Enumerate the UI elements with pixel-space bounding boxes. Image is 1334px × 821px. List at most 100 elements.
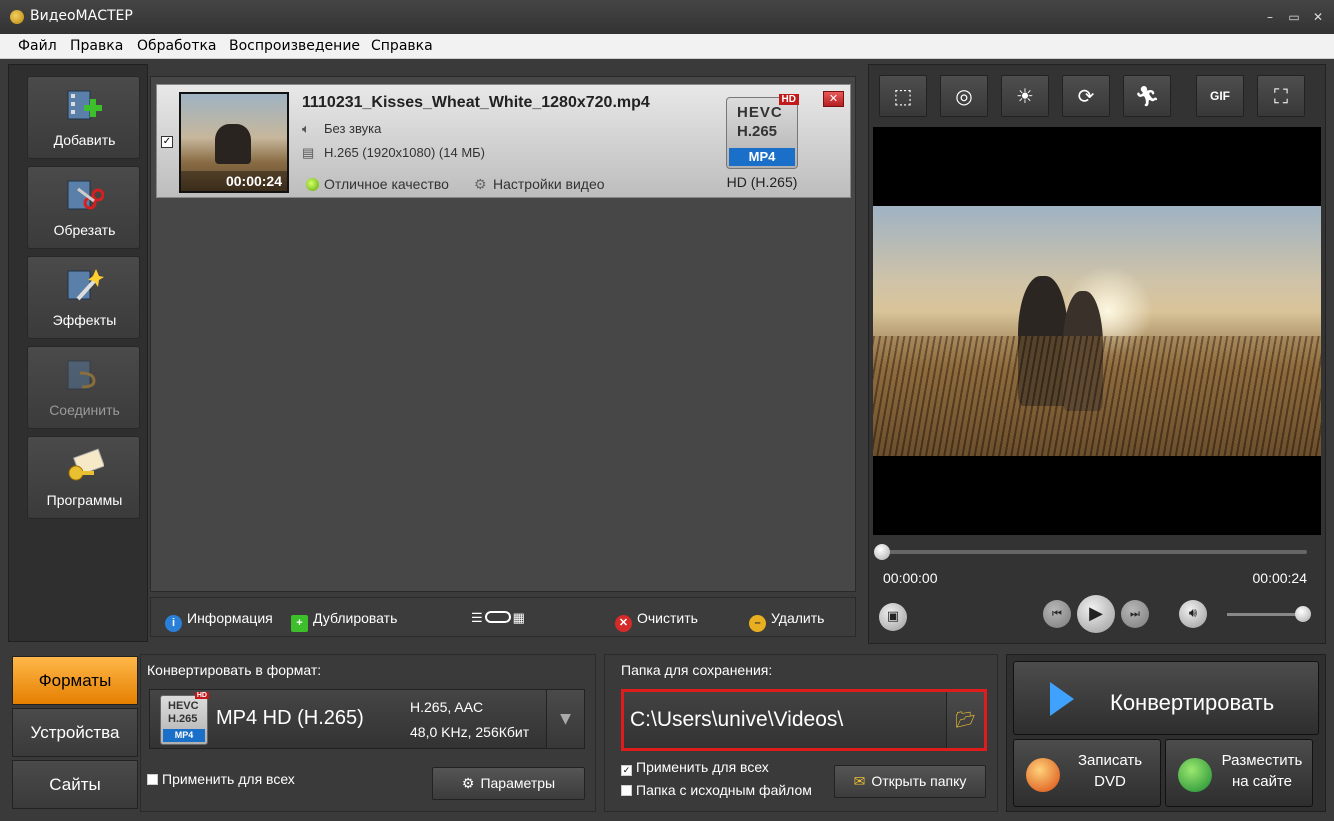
menu-processing[interactable]: Обработка <box>137 38 217 54</box>
window-title: ВидеоМАСТЕР <box>30 8 133 24</box>
file-checkbox[interactable]: ✓ <box>161 136 173 148</box>
view-toggle[interactable]: ☰ ▦ <box>471 610 525 626</box>
seek-handle[interactable] <box>874 544 890 560</box>
source-folder-label: Папка с исходным файлом <box>636 782 812 798</box>
join-button[interactable]: Соединить <box>27 346 140 429</box>
file-item[interactable]: ✓ 00:00:24 1110231_Kisses_Wheat_White_12… <box>156 84 851 198</box>
publish-web-button[interactable]: Разместить на сайте <box>1165 739 1313 807</box>
cut-button[interactable]: Обрезать <box>27 166 140 249</box>
convert-button[interactable]: Конвертировать <box>1013 661 1319 735</box>
checkbox-box-checked: ✓ <box>621 765 632 776</box>
video-settings-link[interactable]: ⚙ Настройки видео <box>474 176 605 193</box>
format-selector[interactable]: HEVC H.265 MP4 HD MP4 HD (H.265) H.265, … <box>149 689 585 749</box>
format-audio: 48,0 KHz, 256Кбит <box>410 724 530 740</box>
speed-tool-button[interactable]: 🏃︎ <box>1123 75 1171 117</box>
delete-button[interactable]: – Удалить <box>749 610 824 632</box>
volume-handle[interactable] <box>1295 606 1311 622</box>
volume-slider[interactable] <box>1227 606 1311 622</box>
convert-panel: Конвертировать Записать DVD Разместить на … <box>1006 654 1326 812</box>
info-button[interactable]: i Информация <box>165 610 273 632</box>
video-preview[interactable] <box>873 127 1321 535</box>
output-folder-field[interactable]: C:\Users\unive\Videos\ 📂︎ <box>621 689 987 751</box>
output-folder-path[interactable]: C:\Users\unive\Videos\ <box>630 708 843 732</box>
title-bar: ВидеоМАСТЕР – ▭ ✕ <box>0 0 1334 34</box>
list-view-icon: ☰ <box>471 610 483 625</box>
tab-sites[interactable]: Сайты <box>12 760 138 809</box>
file-audio: Без звука <box>324 121 382 136</box>
preview-panel: ⬚ ◎ ☀ ⟳ 🏃︎ GIF ⛶ 00:00:00 00:00:24 ▣ ⏮ ▶… <box>868 64 1326 644</box>
watermark-tool-button[interactable]: ◎ <box>940 75 988 117</box>
programs-label: Программы <box>46 492 123 508</box>
play-button[interactable]: ▶ <box>1077 595 1115 633</box>
file-name: 1110231_Kisses_Wheat_White_1280x720.mp4 <box>302 94 650 111</box>
folder-open-icon: 📂︎ <box>955 710 976 729</box>
format-apply-all-checkbox[interactable]: Применить для всех <box>147 771 295 787</box>
tab-devices[interactable]: Устройства <box>12 708 138 757</box>
publish-web-line2: на сайте <box>1231 773 1293 790</box>
effects-button[interactable]: Эффекты <box>27 256 140 339</box>
seek-bar[interactable] <box>874 544 1307 560</box>
fullscreen-tool-button[interactable]: ⛶ <box>1257 75 1305 117</box>
programs-button[interactable]: Программы <box>27 436 140 519</box>
parameters-button[interactable]: ⚙ Параметры <box>432 767 585 800</box>
clear-label: Очистить <box>637 610 698 626</box>
add-label: Добавить <box>53 132 116 148</box>
duplicate-button[interactable]: + Дублировать <box>291 610 397 632</box>
save-apply-all-label: Применить для всех <box>636 759 769 775</box>
effects-label: Эффекты <box>52 312 117 328</box>
format-badge[interactable]: HEVC H.265 MP4 HD <box>726 94 799 169</box>
burn-dvd-button[interactable]: Записать DVD <box>1013 739 1161 807</box>
total-time: 00:00:24 <box>1252 570 1308 586</box>
snapshot-button[interactable]: ▣ <box>879 603 907 631</box>
format-label: HD (H.265) <box>726 174 798 190</box>
crop-tool-button[interactable]: ⬚ <box>879 75 927 117</box>
publish-web-label: Разместить на сайте <box>1214 750 1310 792</box>
cut-icon <box>67 180 104 210</box>
parameters-label: Параметры <box>480 775 556 791</box>
menu-help[interactable]: Справка <box>371 38 433 54</box>
brightness-tool-button[interactable]: ☀ <box>1001 75 1049 117</box>
frame-wheat <box>873 336 1321 456</box>
checkbox-box <box>147 774 158 785</box>
minimize-button[interactable]: – <box>1260 7 1280 27</box>
burn-dvd-label: Записать DVD <box>1062 750 1158 792</box>
maximize-button[interactable]: ▭ <box>1284 7 1304 27</box>
remove-file-button[interactable]: ✕ <box>823 91 844 107</box>
menu-edit[interactable]: Правка <box>70 38 123 54</box>
add-button[interactable]: Добавить <box>27 76 140 159</box>
video-settings-label: Настройки видео <box>493 176 605 192</box>
burn-dvd-line2: DVD <box>1094 773 1126 790</box>
mute-button[interactable]: 🔊︎ <box>1179 600 1207 628</box>
burn-dvd-line1: Записать <box>1077 752 1143 769</box>
quality-link[interactable]: Отличное качество <box>306 176 449 192</box>
clear-button[interactable]: ✕ Очистить <box>615 610 698 632</box>
thumbnail-subject <box>215 124 251 164</box>
tab-formats[interactable]: Форматы <box>12 656 138 705</box>
browse-folder-button[interactable]: 📂︎ <box>946 692 984 748</box>
list-toolbar: i Информация + Дублировать ☰ ▦ ✕ Очистить – У… <box>150 597 856 637</box>
gif-tool-button[interactable]: GIF <box>1196 75 1244 117</box>
badge-h265: H.265 <box>737 123 778 140</box>
format-codecs: H.265, AAC <box>410 699 484 715</box>
menu-file[interactable]: Файл <box>18 38 57 54</box>
current-time: 00:00:00 <box>883 570 938 586</box>
globe-icon <box>1178 758 1212 792</box>
save-apply-all-checkbox[interactable]: ✓ Применить для всех <box>621 759 769 776</box>
duplicate-label: Дублировать <box>313 610 398 626</box>
format-dropdown-button[interactable]: ▼ <box>546 690 584 748</box>
menu-bar: Файл Правка Обработка Воспроизведение Сп… <box>0 34 1334 59</box>
file-thumbnail[interactable]: 00:00:24 <box>179 92 289 193</box>
menu-playback[interactable]: Воспроизведение <box>229 38 360 54</box>
convert-arrow-icon <box>1050 682 1074 716</box>
source-folder-checkbox[interactable]: Папка с исходным файлом <box>621 782 812 798</box>
snapshot-icon: ▣ <box>886 609 900 624</box>
previous-button[interactable]: ⏮ <box>1043 600 1071 628</box>
close-button[interactable]: ✕ <box>1308 7 1328 27</box>
delete-icon: – <box>749 615 766 632</box>
next-button[interactable]: ⏭ <box>1121 600 1149 628</box>
save-panel: Папка для сохранения: C:\Users\unive\Vid… <box>604 654 998 812</box>
open-folder-button[interactable]: ✉ Открыть папку <box>834 765 986 798</box>
file-video: H.265 (1920x1080) (14 МБ) <box>324 145 486 160</box>
rotate-tool-button[interactable]: ⟳ <box>1062 75 1110 117</box>
speaker-icon: 🔈︎ <box>302 121 310 136</box>
